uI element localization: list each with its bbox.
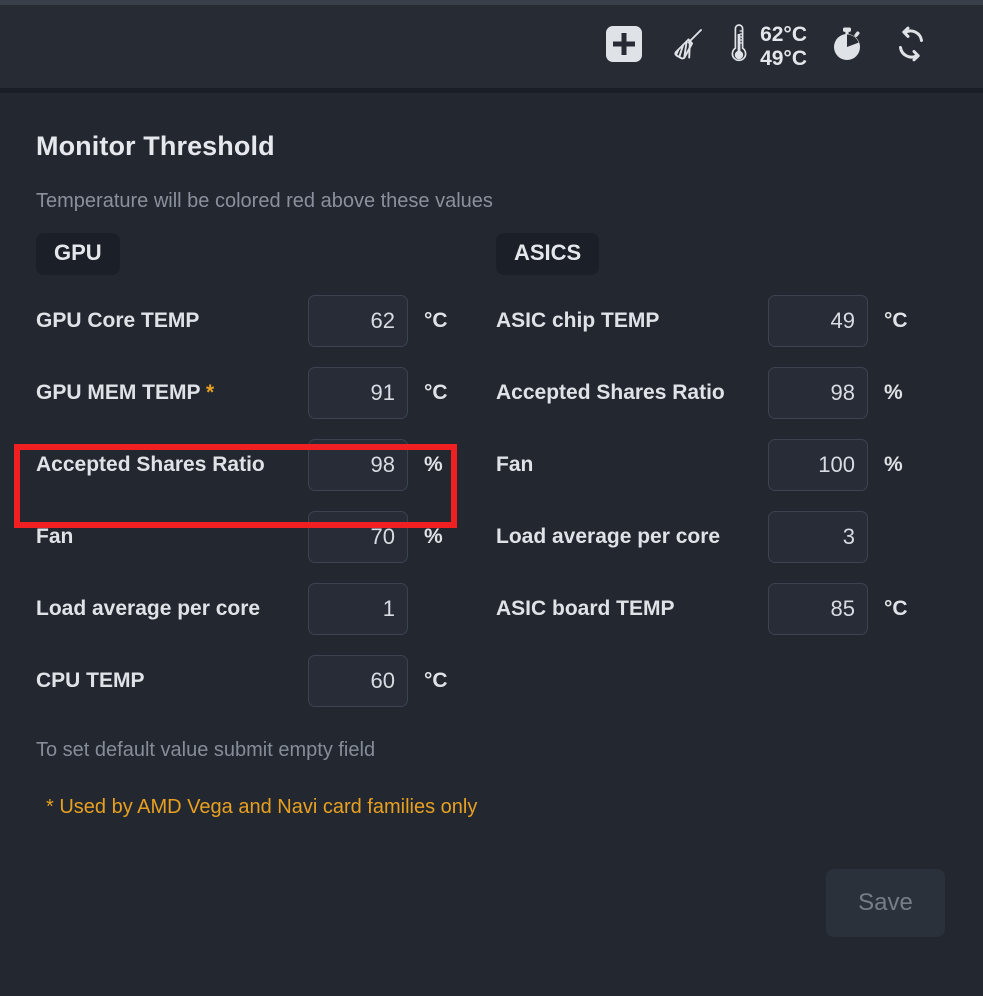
field-label: Accepted Shares Ratio bbox=[496, 381, 725, 405]
refresh-icon bbox=[892, 25, 930, 68]
field-unit: °C bbox=[884, 309, 908, 332]
asic-board-temp-input[interactable] bbox=[768, 583, 868, 635]
field-row-asic-chip-temp: ASIC chip TEMP °C bbox=[496, 285, 956, 357]
field-label: Load average per core bbox=[496, 525, 721, 549]
gpu-mem-temp-input[interactable] bbox=[308, 367, 408, 419]
add-icon bbox=[606, 26, 643, 67]
field-row-gpu-accepted-shares-ratio: Accepted Shares Ratio % bbox=[36, 429, 496, 501]
cpu-temp-input[interactable] bbox=[308, 655, 408, 707]
toolbar: 62°C 49°C bbox=[0, 5, 983, 88]
field-unit: °C bbox=[424, 309, 448, 332]
gpu-accepted-shares-ratio-input[interactable] bbox=[308, 439, 408, 491]
page-subtitle: Temperature will be colored red above th… bbox=[36, 190, 493, 212]
asic-load-average-input[interactable] bbox=[768, 511, 868, 563]
field-label: ASIC board TEMP bbox=[496, 597, 675, 621]
field-unit: °C bbox=[424, 381, 448, 404]
field-label: Accepted Shares Ratio bbox=[36, 453, 265, 477]
asic-temperature-value: 49°C bbox=[760, 46, 807, 70]
broom-icon bbox=[669, 25, 707, 68]
field-unit: °C bbox=[884, 597, 908, 620]
field-row-gpu-mem-temp: GPU MEM TEMP * °C bbox=[36, 357, 496, 429]
temperature-values: 62°C 49°C bbox=[760, 23, 807, 70]
asics-column: ASICS ASIC chip TEMP °C Accepted Shares … bbox=[496, 233, 956, 717]
default-value-footnote: To set default value submit empty field bbox=[36, 739, 376, 761]
field-row-asic-board-temp: ASIC board TEMP °C bbox=[496, 573, 956, 645]
field-unit: °C bbox=[424, 669, 448, 692]
field-label: Fan bbox=[496, 453, 534, 477]
add-button[interactable] bbox=[592, 18, 656, 76]
clean-button[interactable] bbox=[656, 18, 720, 76]
temperature-readout[interactable]: 62°C 49°C bbox=[728, 22, 807, 71]
amd-vega-navi-footnote: * Used by AMD Vega and Navi card familie… bbox=[46, 796, 478, 818]
field-unit: % bbox=[884, 453, 903, 476]
page-title: Monitor Threshold bbox=[36, 131, 275, 161]
field-label: CPU TEMP bbox=[36, 669, 145, 693]
asics-section-badge: ASICS bbox=[496, 233, 600, 275]
field-row-gpu-load-average: Load average per core bbox=[36, 573, 496, 645]
asic-accepted-shares-ratio-input[interactable] bbox=[768, 367, 868, 419]
gpu-column: GPU GPU Core TEMP °C GPU MEM TEMP * °C A… bbox=[36, 233, 496, 717]
monitor-threshold-panel: Monitor Threshold Temperature will be co… bbox=[0, 93, 983, 996]
stopwatch-icon bbox=[828, 25, 866, 68]
field-row-cpu-temp: CPU TEMP °C bbox=[36, 645, 496, 717]
field-row-gpu-core-temp: GPU Core TEMP °C bbox=[36, 285, 496, 357]
field-label: ASIC chip TEMP bbox=[496, 309, 660, 333]
gpu-section-badge: GPU bbox=[36, 233, 120, 275]
field-label: GPU MEM TEMP * bbox=[36, 381, 215, 405]
gpu-load-average-input[interactable] bbox=[308, 583, 408, 635]
threshold-columns: GPU GPU Core TEMP °C GPU MEM TEMP * °C A… bbox=[36, 233, 947, 717]
thermometer-icon bbox=[728, 22, 750, 71]
gpu-core-temp-input[interactable] bbox=[308, 295, 408, 347]
asic-chip-temp-input[interactable] bbox=[768, 295, 868, 347]
field-row-asic-accepted-shares-ratio: Accepted Shares Ratio % bbox=[496, 357, 956, 429]
field-row-asic-fan: Fan % bbox=[496, 429, 956, 501]
save-row: Save bbox=[36, 819, 947, 937]
field-unit: % bbox=[424, 525, 443, 548]
field-label: Load average per core bbox=[36, 597, 261, 621]
refresh-button[interactable] bbox=[879, 18, 943, 76]
field-row-asic-load-average: Load average per core bbox=[496, 501, 956, 573]
gpu-temperature-value: 62°C bbox=[760, 22, 807, 46]
field-unit: % bbox=[424, 453, 443, 476]
required-asterisk: * bbox=[205, 381, 215, 405]
gpu-fan-input[interactable] bbox=[308, 511, 408, 563]
timer-button[interactable] bbox=[815, 18, 879, 76]
field-label: GPU Core TEMP bbox=[36, 309, 200, 333]
field-unit: % bbox=[884, 381, 903, 404]
field-row-gpu-fan: Fan % bbox=[36, 501, 496, 573]
save-button[interactable]: Save bbox=[826, 869, 945, 937]
field-label: Fan bbox=[36, 525, 74, 549]
asic-fan-input[interactable] bbox=[768, 439, 868, 491]
